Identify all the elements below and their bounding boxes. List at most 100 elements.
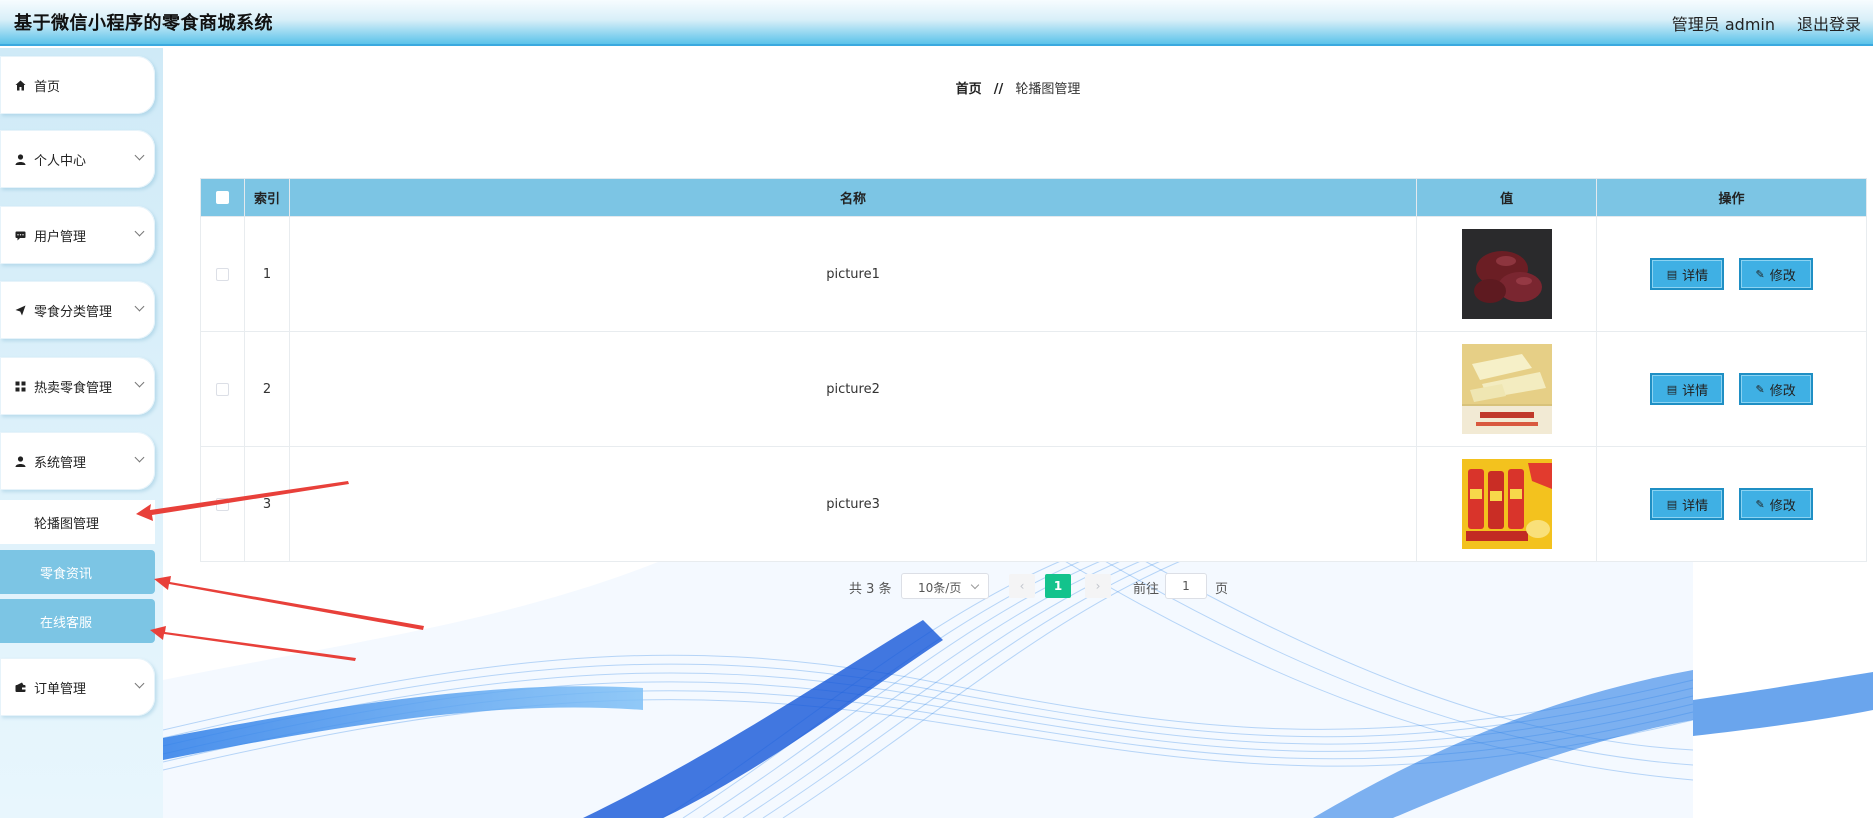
main-content: 首页 // 轮播图管理 索引 名称 值 操作 1 picture1 ▤ 详情 ✎… xyxy=(163,48,1873,818)
sidebar-subitem-online-service[interactable]: 在线客服 xyxy=(0,599,155,643)
row-name: picture1 xyxy=(288,216,1418,332)
user-info: 管理员 admin xyxy=(1671,15,1775,34)
pencil-icon: ✎ xyxy=(1755,267,1765,281)
row-value-cell xyxy=(1416,331,1598,447)
breadcrumb-home[interactable]: 首页 xyxy=(956,82,982,97)
edit-button[interactable]: ✎ 修改 xyxy=(1738,488,1813,520)
sidebar-subitem-label: 在线客服 xyxy=(40,615,93,631)
table-row: 2 picture2 ▤ 详情 ✎ 修改 xyxy=(200,331,1867,447)
column-header-actions: 操作 xyxy=(1596,178,1867,217)
chevron-down-icon xyxy=(134,226,145,237)
user-icon xyxy=(14,455,26,467)
sidebar-item-order-management[interactable]: 订单管理 xyxy=(0,658,155,716)
chevron-down-icon xyxy=(134,678,145,689)
wallet-icon xyxy=(14,681,26,693)
row-checkbox[interactable] xyxy=(215,267,229,281)
column-header-index: 索引 xyxy=(243,178,290,217)
sidebar-item-label: 零食分类管理 xyxy=(34,304,113,320)
page-size-value: 10条/页 xyxy=(918,581,962,595)
page-suffix: 页 xyxy=(1215,582,1229,597)
app-title: 基于微信小程序的零食商城系统 xyxy=(14,13,273,34)
sidebar-item-label: 用户管理 xyxy=(34,229,87,245)
detail-button[interactable]: ▤ 详情 xyxy=(1650,488,1725,520)
row-checkbox[interactable] xyxy=(215,382,229,396)
detail-button-label: 详情 xyxy=(1682,498,1709,514)
row-value-cell xyxy=(1416,446,1598,562)
breadcrumb: 首页 // 轮播图管理 xyxy=(163,78,1873,97)
send-icon xyxy=(14,304,26,316)
page-size-select[interactable]: 10条/页 xyxy=(901,573,989,599)
edit-button[interactable]: ✎ 修改 xyxy=(1738,373,1813,405)
chevron-down-icon xyxy=(134,452,145,463)
sidebar-item-user-management[interactable]: 用户管理 xyxy=(0,206,155,264)
bamboo-shoot-snack-thumbnail[interactable] xyxy=(1461,344,1552,434)
chevron-down-icon xyxy=(134,377,145,388)
sidebar-subitem-label: 零食资讯 xyxy=(40,566,93,582)
pagination: 共 3 条 10条/页 ‹ 1 › 前往 1 页 xyxy=(163,572,1873,600)
select-all-checkbox[interactable] xyxy=(215,191,229,204)
table-row: 1 picture1 ▤ 详情 ✎ 修改 xyxy=(200,216,1867,332)
column-header-name: 名称 xyxy=(288,178,1418,217)
potato-chips-thumbnail[interactable] xyxy=(1461,459,1552,549)
edit-button-label: 修改 xyxy=(1769,498,1796,514)
row-value-cell xyxy=(1416,216,1598,332)
sidebar: 首页 个人中心 用户管理 零食分类管理 热卖零食管理 系统管理 轮播图管理 零食… xyxy=(0,48,163,818)
sidebar-item-label: 系统管理 xyxy=(34,455,87,471)
sidebar-item-hot-snack[interactable]: 热卖零食管理 xyxy=(0,357,155,415)
sidebar-item-label: 首页 xyxy=(34,79,61,95)
prev-page-button[interactable]: ‹ xyxy=(1009,574,1035,598)
document-icon: ▤ xyxy=(1666,267,1678,281)
detail-button-label: 详情 xyxy=(1682,268,1709,284)
home-icon xyxy=(14,79,26,91)
row-index: 1 xyxy=(243,216,290,332)
document-icon: ▤ xyxy=(1666,382,1678,396)
chevron-down-icon xyxy=(134,301,145,312)
sidebar-item-home[interactable]: 首页 xyxy=(0,56,155,114)
sidebar-item-label: 订单管理 xyxy=(34,681,87,697)
top-bar: 基于微信小程序的零食商城系统 管理员 admin 退出登录 xyxy=(0,0,1873,46)
detail-button[interactable]: ▤ 详情 xyxy=(1650,258,1725,290)
sidebar-subitem-snack-news[interactable]: 零食资讯 xyxy=(0,550,155,594)
edit-button-label: 修改 xyxy=(1769,383,1796,399)
breadcrumb-separator: // xyxy=(993,82,1004,97)
sidebar-item-label: 热卖零食管理 xyxy=(34,380,113,396)
pencil-icon: ✎ xyxy=(1755,382,1765,396)
table-row: 3 picture3 ▤ 详情 ✎ 修改 xyxy=(200,446,1867,562)
page-number-button[interactable]: 1 xyxy=(1045,574,1071,598)
sidebar-item-system-management[interactable]: 系统管理 xyxy=(0,432,155,490)
sidebar-item-personal-center[interactable]: 个人中心 xyxy=(0,130,155,188)
row-select-cell xyxy=(200,216,245,332)
edit-button[interactable]: ✎ 修改 xyxy=(1738,258,1813,290)
breadcrumb-current: 轮播图管理 xyxy=(1015,82,1081,97)
row-checkbox[interactable] xyxy=(215,497,229,511)
column-header-value: 值 xyxy=(1416,178,1598,217)
sidebar-item-snack-category[interactable]: 零食分类管理 xyxy=(0,281,155,339)
carousel-table: 索引 名称 值 操作 1 picture1 ▤ 详情 ✎ 修改 2 pictur… xyxy=(200,178,1867,562)
row-index: 2 xyxy=(243,331,290,447)
row-index: 3 xyxy=(243,446,290,562)
pagination-total: 共 3 条 xyxy=(849,582,892,597)
goto-page-input[interactable]: 1 xyxy=(1165,573,1207,599)
row-actions: ▤ 详情 ✎ 修改 xyxy=(1596,446,1867,562)
sidebar-subitem-label: 轮播图管理 xyxy=(34,516,100,532)
braised-meat-thumbnail[interactable] xyxy=(1461,229,1552,319)
user-icon xyxy=(14,153,26,165)
table-header-row: 索引 名称 值 操作 xyxy=(200,178,1867,217)
next-page-button[interactable]: › xyxy=(1085,574,1111,598)
pencil-icon: ✎ xyxy=(1755,497,1765,511)
row-name: picture2 xyxy=(288,331,1418,447)
detail-button[interactable]: ▤ 详情 xyxy=(1650,373,1725,405)
row-actions: ▤ 详情 ✎ 修改 xyxy=(1596,331,1867,447)
chat-icon xyxy=(14,229,26,241)
row-actions: ▤ 详情 ✎ 修改 xyxy=(1596,216,1867,332)
chevron-down-icon xyxy=(134,150,145,161)
select-all-header xyxy=(200,178,245,217)
chevron-down-icon xyxy=(970,580,980,590)
logout-link[interactable]: 退出登录 xyxy=(1797,11,1861,35)
edit-button-label: 修改 xyxy=(1769,268,1796,284)
goto-label: 前往 xyxy=(1133,582,1160,597)
sidebar-subitem-carousel[interactable]: 轮播图管理 xyxy=(0,500,155,544)
row-select-cell xyxy=(200,446,245,562)
row-name: picture3 xyxy=(288,446,1418,562)
document-icon: ▤ xyxy=(1666,497,1678,511)
